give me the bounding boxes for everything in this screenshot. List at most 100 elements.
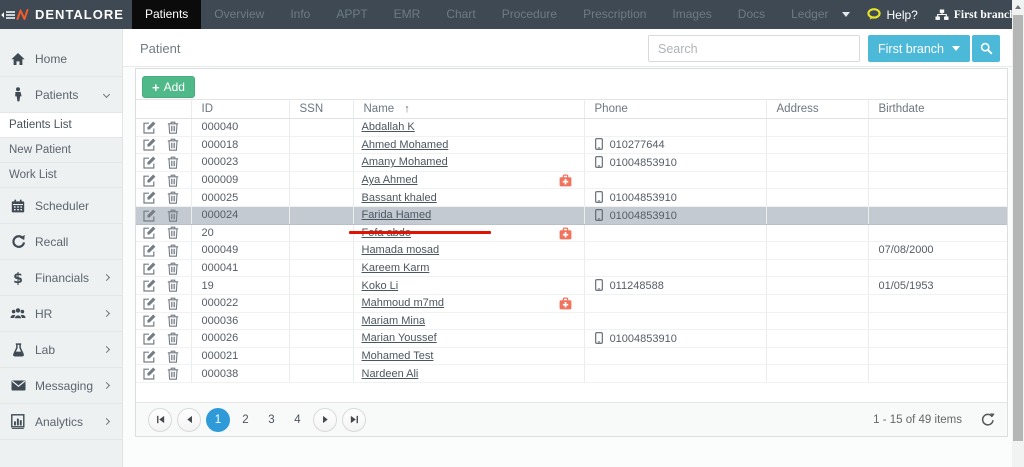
delete-icon[interactable] (167, 279, 179, 292)
delete-icon[interactable] (167, 191, 179, 204)
sidebar-item-lab[interactable]: Lab (0, 332, 122, 368)
add-patient-button[interactable]: + Add (142, 76, 195, 98)
table-row[interactable]: 20 Fofa abdo (136, 224, 1007, 242)
sidebar-item-patients[interactable]: Patients (0, 77, 122, 113)
delete-icon[interactable] (167, 226, 179, 239)
edit-icon[interactable] (143, 350, 156, 363)
table-row[interactable]: 000024 Farida Hamed 01004853910 (136, 206, 1007, 224)
page-number-3[interactable]: 3 (261, 408, 282, 432)
page-number-4[interactable]: 4 (287, 408, 308, 432)
patient-name-link[interactable]: Bassant khaled (362, 192, 437, 204)
sidebar-item-financials[interactable]: $ Financials (0, 260, 122, 296)
nav-tab-procedure[interactable]: Procedure (489, 0, 570, 29)
sidebar-item-hr[interactable]: HR (0, 296, 122, 332)
page-number-2[interactable]: 2 (235, 408, 256, 432)
nav-more-caret-icon[interactable] (842, 12, 850, 17)
table-row[interactable]: 000041 Kareem Karm (136, 259, 1007, 277)
edit-icon[interactable] (143, 279, 156, 292)
table-row[interactable]: 000026 Marian Youssef 01004853910 (136, 330, 1007, 348)
table-row[interactable]: 000023 Amany Mohamed 01004853910 (136, 154, 1007, 172)
patient-name-link[interactable]: Koko Li (362, 280, 399, 292)
edit-icon[interactable] (143, 191, 156, 204)
nav-tab-patients[interactable]: Patients (132, 0, 201, 29)
edit-icon[interactable] (143, 226, 156, 239)
table-row[interactable]: 000018 Ahmed Mohamed 010277644 (136, 136, 1007, 154)
last-page-button[interactable] (342, 408, 366, 432)
patient-name-link[interactable]: Ahmed Mohamed (362, 139, 449, 151)
patient-name-link[interactable]: Marian Youssef (362, 332, 437, 344)
branch-menu[interactable]: First branch (935, 9, 1016, 21)
delete-icon[interactable] (167, 138, 179, 151)
table-row[interactable]: 000021 Mohamed Test (136, 347, 1007, 365)
branch-filter-button[interactable]: First branch (868, 35, 970, 62)
patient-name-link[interactable]: Hamada mosad (362, 244, 440, 256)
table-row[interactable]: 000025 Bassant khaled 01004853910 (136, 189, 1007, 207)
edit-icon[interactable] (143, 262, 156, 275)
delete-icon[interactable] (167, 367, 179, 380)
nav-tab-ledger[interactable]: Ledger (778, 0, 841, 29)
patient-name-link[interactable]: Nardeen Ali (362, 368, 419, 380)
patient-name-link[interactable]: Abdallah K (362, 121, 415, 133)
table-row[interactable]: 000022 Mahmoud m7md (136, 294, 1007, 312)
delete-icon[interactable] (167, 174, 179, 187)
table-row[interactable]: 19 Koko Li 011248588 01/05/1953 (136, 277, 1007, 295)
edit-icon[interactable] (143, 209, 156, 222)
nav-tab-docs[interactable]: Docs (725, 0, 778, 29)
delete-icon[interactable] (167, 244, 179, 257)
delete-icon[interactable] (167, 156, 179, 169)
delete-icon[interactable] (167, 297, 179, 310)
col-ssn[interactable]: SSN (289, 100, 353, 119)
col-id[interactable]: ID (191, 100, 289, 119)
first-page-button[interactable] (148, 408, 172, 432)
edit-icon[interactable] (143, 244, 156, 257)
search-button[interactable] (972, 35, 1000, 62)
edit-icon[interactable] (143, 138, 156, 151)
scrollbar-up-icon[interactable] (1012, 0, 1024, 14)
table-row[interactable]: 000040 Abdallah K (136, 119, 1007, 137)
patient-name-link[interactable]: Mariam Mina (362, 315, 426, 327)
sidebar-item-recall[interactable]: Recall (0, 224, 122, 260)
col-address[interactable]: Address (766, 100, 868, 119)
help-menu[interactable]: Help? (867, 8, 918, 22)
sidebar-item-analytics[interactable]: Analytics (0, 404, 122, 440)
edit-icon[interactable] (143, 156, 156, 169)
delete-icon[interactable] (167, 314, 179, 327)
patient-name-link[interactable]: Mahmoud m7md (362, 297, 445, 309)
nav-tab-images[interactable]: Images (659, 0, 724, 29)
page-scrollbar[interactable] (1012, 0, 1024, 467)
table-row[interactable]: 000049 Hamada mosad 07/08/2000 (136, 242, 1007, 260)
patient-name-link[interactable]: Farida Hamed (362, 209, 432, 221)
sidebar-item-home[interactable]: Home (0, 41, 122, 77)
edit-icon[interactable] (143, 297, 156, 310)
scrollbar-thumb[interactable] (1013, 15, 1023, 441)
patient-name-link[interactable]: Mohamed Test (362, 350, 434, 362)
edit-icon[interactable] (143, 332, 156, 345)
col-name[interactable]: Name↑ (353, 100, 584, 119)
nav-tab-chart[interactable]: Chart (433, 0, 488, 29)
sidebar-item-scheduler[interactable]: Scheduler (0, 188, 122, 224)
search-input[interactable] (648, 35, 860, 62)
patient-name-link[interactable]: Kareem Karm (362, 262, 430, 274)
edit-icon[interactable] (143, 367, 156, 380)
delete-icon[interactable] (167, 262, 179, 275)
edit-icon[interactable] (143, 174, 156, 187)
col-birthdate[interactable]: Birthdate (868, 100, 1007, 119)
nav-tab-info[interactable]: Info (277, 0, 323, 29)
next-page-button[interactable] (313, 408, 337, 432)
page-number-1[interactable]: 1 (206, 408, 230, 432)
col-phone[interactable]: Phone (584, 100, 766, 119)
table-row[interactable]: 000009 Aya Ahmed (136, 171, 1007, 189)
nav-tab-emr[interactable]: EMR (381, 0, 434, 29)
sidebar-item-messaging[interactable]: Messaging (0, 368, 122, 404)
delete-icon[interactable] (167, 209, 179, 222)
delete-icon[interactable] (167, 350, 179, 363)
prev-page-button[interactable] (177, 408, 201, 432)
nav-tab-prescription[interactable]: Prescription (570, 0, 659, 29)
sidebar-item-new-patient[interactable]: New Patient (0, 138, 122, 163)
table-row[interactable]: 000036 Mariam Mina (136, 312, 1007, 330)
nav-tab-appt[interactable]: APPT (323, 0, 380, 29)
delete-icon[interactable] (167, 332, 179, 345)
refresh-button[interactable] (980, 412, 995, 427)
table-row[interactable]: 000038 Nardeen Ali (136, 365, 1007, 383)
sidebar-item-patients-list[interactable]: Patients List (0, 113, 122, 138)
